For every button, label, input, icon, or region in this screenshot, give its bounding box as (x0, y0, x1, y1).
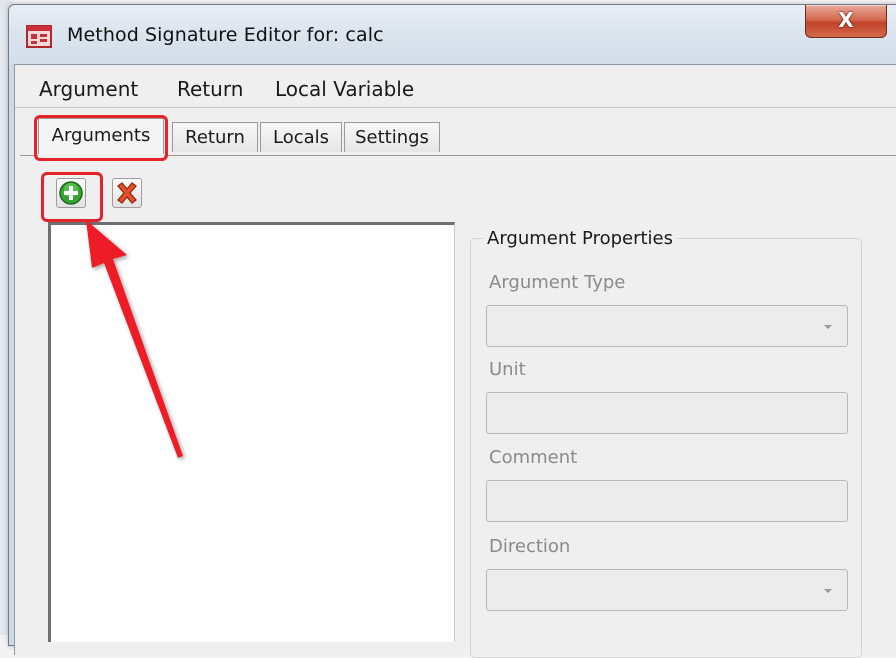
annotation-arrow (86, 220, 183, 458)
